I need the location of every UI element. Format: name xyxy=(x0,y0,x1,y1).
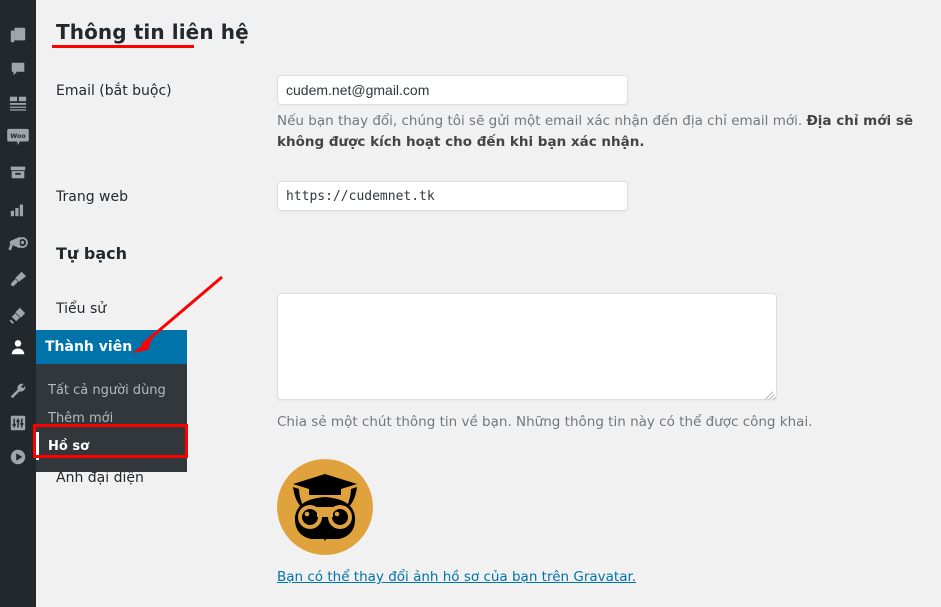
forms-table-icon[interactable] xyxy=(0,86,36,120)
admin-icon-rail: Woo xyxy=(0,0,36,607)
submenu-item-add-new[interactable]: Thêm mới xyxy=(36,404,187,432)
analytics-bars-icon[interactable] xyxy=(0,192,36,226)
submenu-item-profile[interactable]: Hồ sơ xyxy=(36,432,187,460)
archive-box-icon[interactable] xyxy=(0,155,36,189)
tools-wrench-icon[interactable] xyxy=(0,374,36,408)
submenu-item-all-users[interactable]: Tất cả người dùng xyxy=(36,376,187,404)
website-label: Trang web xyxy=(56,189,128,205)
comments-icon[interactable] xyxy=(0,52,36,86)
woocommerce-icon[interactable]: Woo xyxy=(0,120,36,154)
main-content: Thông tin liên hệ Email (bắt buộc) Nếu b… xyxy=(36,0,941,607)
email-label: Email (bắt buộc) xyxy=(56,83,172,99)
users-icon xyxy=(0,330,36,364)
submenu-bottom-spacer xyxy=(36,460,187,472)
bio-label: Tiểu sử xyxy=(56,301,107,317)
submenu-top-spacer xyxy=(36,364,187,376)
settings-sliders-icon[interactable] xyxy=(0,406,36,440)
email-field[interactable] xyxy=(277,75,628,105)
bio-description: Chia sẻ một chút thông tin về bạn. Những… xyxy=(277,414,813,430)
sidebar-item-users-label[interactable]: Thành viên xyxy=(36,330,187,364)
annotation-heading-underline xyxy=(52,45,194,48)
plugins-plug-icon[interactable] xyxy=(0,298,36,332)
collapse-play-icon[interactable] xyxy=(0,440,36,474)
email-description-normal: Nếu bạn thay đổi, chúng tôi sẽ gửi một e… xyxy=(277,113,807,129)
pages-icon[interactable] xyxy=(0,18,36,52)
page-title: Thông tin liên hệ xyxy=(56,20,249,44)
bio-textarea[interactable] xyxy=(277,293,777,400)
owl-graduation-avatar-icon xyxy=(277,459,373,555)
megaphone-icon[interactable] xyxy=(0,226,36,260)
appearance-brush-icon[interactable] xyxy=(0,262,36,296)
wordpress-admin-screen: Thông tin liên hệ Email (bắt buộc) Nếu b… xyxy=(0,0,941,607)
svg-text:Woo: Woo xyxy=(10,133,26,140)
email-description: Nếu bạn thay đổi, chúng tôi sẽ gửi một e… xyxy=(277,111,929,153)
users-submenu-flyout: Thành viên Tất cả người dùng Thêm mới Hồ… xyxy=(36,330,187,472)
avatar xyxy=(277,459,373,555)
gravatar-link[interactable]: Bạn có thể thay đổi ảnh hồ sơ của bạn tr… xyxy=(277,569,636,585)
website-field[interactable] xyxy=(277,181,628,211)
section-title-bio: Tự bạch xyxy=(56,244,127,263)
avatar-label: Ảnh đại diện xyxy=(56,470,144,486)
